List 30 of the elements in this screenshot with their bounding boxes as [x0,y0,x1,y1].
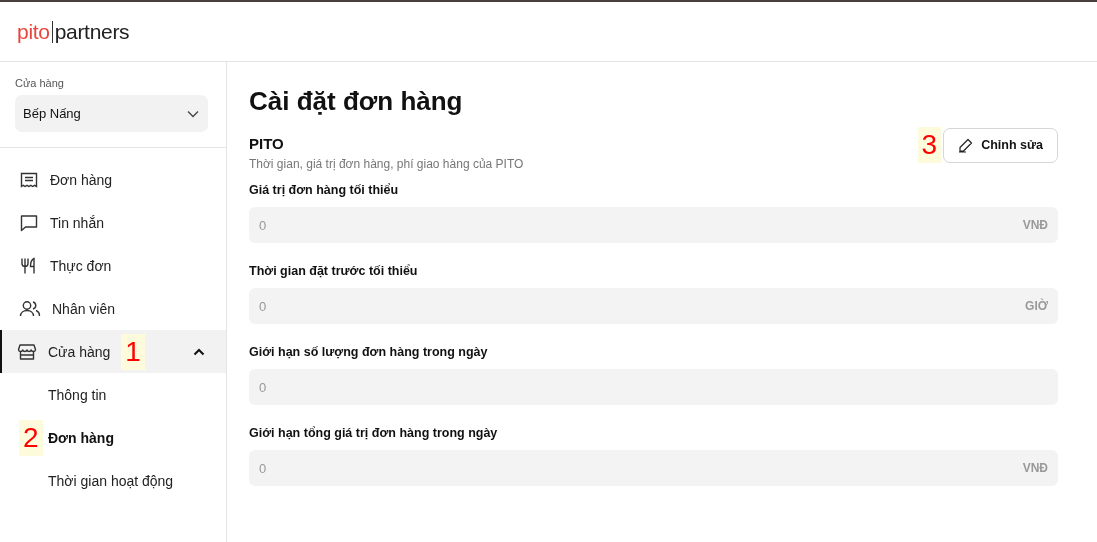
nav-item[interactable]: Cửa hàng 1 [0,330,226,373]
store-select[interactable]: Bếp Nấng [15,95,208,132]
chevron-down-icon [187,109,199,118]
section-subtitle: Thời gian, giá trị đơn hàng, phí giao hàng của PITO [249,157,524,171]
store-icon [17,341,37,362]
nav-item[interactable]: Nhân viên [0,287,226,330]
nav-subitem[interactable]: Đơn hàng [48,429,114,446]
step-marker: 1 [121,333,145,370]
nav-item[interactable]: Đơn hàng [0,158,226,201]
field-label: Giá trị đơn hàng tối thiểu [249,183,400,197]
unit-label: VNĐ [1022,461,1048,475]
nav-item[interactable]: Thực đơn [0,244,226,287]
step-marker: 3 [917,127,942,163]
nav-item[interactable]: Tin nhắn [0,201,226,244]
nav-subitem[interactable]: Thời gian hoạt động [48,472,174,489]
unit-label: GIỜ [1025,299,1048,313]
unit-label: VNĐ [1022,218,1048,232]
field-label: Giới hạn số lượng đơn hàng trong ngày [249,345,489,359]
section-title: PITO [249,135,285,152]
store-label: Cửa hàng [15,77,65,89]
step-marker: 2 [19,419,43,456]
pencil-icon [958,137,974,153]
edit-button[interactable]: Chỉnh sửa [943,127,1058,163]
nav-subitem[interactable]: Thông tin [48,386,107,403]
field-label: Giới hạn tổng giá trị đơn hàng trong ngày [249,426,499,440]
chat-icon [19,212,39,233]
page-title: Cài đặt đơn hàng [249,86,464,117]
logo: pito partners [17,19,130,44]
field-label: Thời gian đặt trước tối thiểu [249,264,419,278]
people-icon [19,298,41,319]
